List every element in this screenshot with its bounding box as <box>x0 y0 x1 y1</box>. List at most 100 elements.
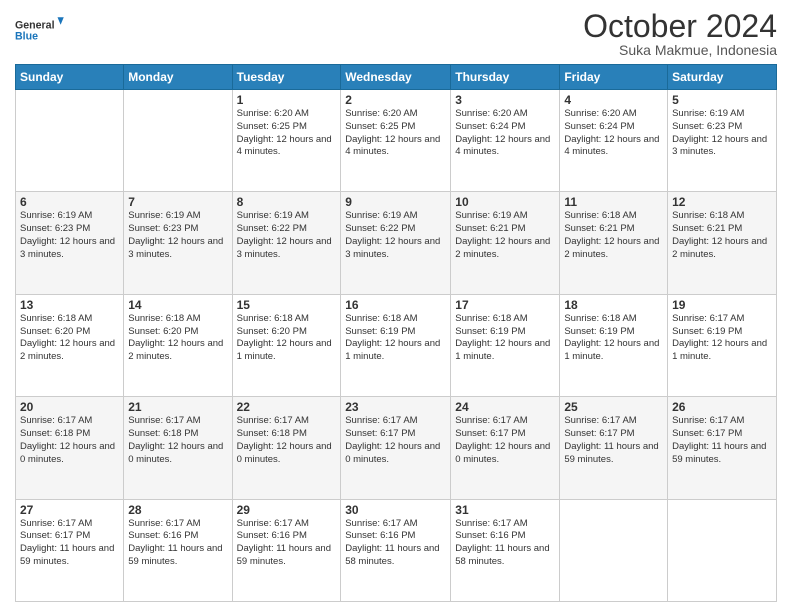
day-number: 9 <box>345 195 446 209</box>
cell-w4-d0: 20Sunrise: 6:17 AM Sunset: 6:18 PM Dayli… <box>16 397 124 499</box>
logo-svg: General Blue <box>15 10 65 50</box>
day-number: 3 <box>455 93 555 107</box>
cell-w5-d0: 27Sunrise: 6:17 AM Sunset: 6:17 PM Dayli… <box>16 499 124 601</box>
cell-w4-d2: 22Sunrise: 6:17 AM Sunset: 6:18 PM Dayli… <box>232 397 341 499</box>
day-number: 31 <box>455 503 555 517</box>
cell-w5-d4: 31Sunrise: 6:17 AM Sunset: 6:16 PM Dayli… <box>451 499 560 601</box>
day-number: 5 <box>672 93 772 107</box>
day-number: 29 <box>237 503 337 517</box>
day-info: Sunrise: 6:18 AM Sunset: 6:19 PM Dayligh… <box>345 313 446 364</box>
day-number: 18 <box>564 298 663 312</box>
cell-w1-d4: 3Sunrise: 6:20 AM Sunset: 6:24 PM Daylig… <box>451 90 560 192</box>
day-number: 1 <box>237 93 337 107</box>
day-number: 7 <box>128 195 227 209</box>
day-info: Sunrise: 6:19 AM Sunset: 6:23 PM Dayligh… <box>20 210 119 261</box>
cell-w4-d4: 24Sunrise: 6:17 AM Sunset: 6:17 PM Dayli… <box>451 397 560 499</box>
cell-w5-d1: 28Sunrise: 6:17 AM Sunset: 6:16 PM Dayli… <box>124 499 232 601</box>
day-number: 17 <box>455 298 555 312</box>
day-number: 24 <box>455 400 555 414</box>
day-info: Sunrise: 6:20 AM Sunset: 6:24 PM Dayligh… <box>455 108 555 159</box>
cell-w2-d2: 8Sunrise: 6:19 AM Sunset: 6:22 PM Daylig… <box>232 192 341 294</box>
day-info: Sunrise: 6:20 AM Sunset: 6:25 PM Dayligh… <box>237 108 337 159</box>
day-info: Sunrise: 6:17 AM Sunset: 6:16 PM Dayligh… <box>455 518 555 569</box>
day-info: Sunrise: 6:19 AM Sunset: 6:22 PM Dayligh… <box>237 210 337 261</box>
cell-w4-d5: 25Sunrise: 6:17 AM Sunset: 6:17 PM Dayli… <box>560 397 668 499</box>
day-info: Sunrise: 6:18 AM Sunset: 6:19 PM Dayligh… <box>564 313 663 364</box>
cell-w3-d3: 16Sunrise: 6:18 AM Sunset: 6:19 PM Dayli… <box>341 294 451 396</box>
weekday-header-row: Sunday Monday Tuesday Wednesday Thursday… <box>16 65 777 90</box>
week-row-3: 13Sunrise: 6:18 AM Sunset: 6:20 PM Dayli… <box>16 294 777 396</box>
cell-w4-d6: 26Sunrise: 6:17 AM Sunset: 6:17 PM Dayli… <box>668 397 777 499</box>
day-info: Sunrise: 6:20 AM Sunset: 6:24 PM Dayligh… <box>564 108 663 159</box>
day-number: 22 <box>237 400 337 414</box>
cell-w3-d1: 14Sunrise: 6:18 AM Sunset: 6:20 PM Dayli… <box>124 294 232 396</box>
week-row-1: 1Sunrise: 6:20 AM Sunset: 6:25 PM Daylig… <box>16 90 777 192</box>
cell-w2-d0: 6Sunrise: 6:19 AM Sunset: 6:23 PM Daylig… <box>16 192 124 294</box>
cell-w4-d1: 21Sunrise: 6:17 AM Sunset: 6:18 PM Dayli… <box>124 397 232 499</box>
cell-w1-d5: 4Sunrise: 6:20 AM Sunset: 6:24 PM Daylig… <box>560 90 668 192</box>
day-info: Sunrise: 6:19 AM Sunset: 6:23 PM Dayligh… <box>128 210 227 261</box>
day-number: 27 <box>20 503 119 517</box>
day-info: Sunrise: 6:18 AM Sunset: 6:21 PM Dayligh… <box>672 210 772 261</box>
header: General Blue October 2024 Suka Makmue, I… <box>15 10 777 58</box>
day-info: Sunrise: 6:18 AM Sunset: 6:20 PM Dayligh… <box>128 313 227 364</box>
calendar-table: Sunday Monday Tuesday Wednesday Thursday… <box>15 64 777 602</box>
day-number: 25 <box>564 400 663 414</box>
month-title: October 2024 <box>583 10 777 42</box>
logo: General Blue <box>15 10 65 50</box>
day-info: Sunrise: 6:17 AM Sunset: 6:17 PM Dayligh… <box>564 415 663 466</box>
day-number: 26 <box>672 400 772 414</box>
cell-w2-d5: 11Sunrise: 6:18 AM Sunset: 6:21 PM Dayli… <box>560 192 668 294</box>
day-info: Sunrise: 6:19 AM Sunset: 6:23 PM Dayligh… <box>672 108 772 159</box>
cell-w2-d3: 9Sunrise: 6:19 AM Sunset: 6:22 PM Daylig… <box>341 192 451 294</box>
cell-w2-d6: 12Sunrise: 6:18 AM Sunset: 6:21 PM Dayli… <box>668 192 777 294</box>
cell-w3-d5: 18Sunrise: 6:18 AM Sunset: 6:19 PM Dayli… <box>560 294 668 396</box>
svg-text:Blue: Blue <box>15 31 38 43</box>
cell-w5-d5 <box>560 499 668 601</box>
header-wednesday: Wednesday <box>341 65 451 90</box>
cell-w1-d2: 1Sunrise: 6:20 AM Sunset: 6:25 PM Daylig… <box>232 90 341 192</box>
day-info: Sunrise: 6:17 AM Sunset: 6:18 PM Dayligh… <box>128 415 227 466</box>
day-number: 23 <box>345 400 446 414</box>
location: Suka Makmue, Indonesia <box>583 42 777 58</box>
cell-w3-d2: 15Sunrise: 6:18 AM Sunset: 6:20 PM Dayli… <box>232 294 341 396</box>
cell-w5-d6 <box>668 499 777 601</box>
day-number: 30 <box>345 503 446 517</box>
day-info: Sunrise: 6:17 AM Sunset: 6:17 PM Dayligh… <box>20 518 119 569</box>
header-monday: Monday <box>124 65 232 90</box>
day-info: Sunrise: 6:17 AM Sunset: 6:16 PM Dayligh… <box>237 518 337 569</box>
day-number: 11 <box>564 195 663 209</box>
cell-w4-d3: 23Sunrise: 6:17 AM Sunset: 6:17 PM Dayli… <box>341 397 451 499</box>
header-sunday: Sunday <box>16 65 124 90</box>
day-info: Sunrise: 6:19 AM Sunset: 6:21 PM Dayligh… <box>455 210 555 261</box>
day-number: 8 <box>237 195 337 209</box>
header-friday: Friday <box>560 65 668 90</box>
day-info: Sunrise: 6:17 AM Sunset: 6:18 PM Dayligh… <box>20 415 119 466</box>
day-info: Sunrise: 6:17 AM Sunset: 6:16 PM Dayligh… <box>345 518 446 569</box>
page: General Blue October 2024 Suka Makmue, I… <box>0 0 792 612</box>
day-info: Sunrise: 6:20 AM Sunset: 6:25 PM Dayligh… <box>345 108 446 159</box>
day-number: 20 <box>20 400 119 414</box>
week-row-2: 6Sunrise: 6:19 AM Sunset: 6:23 PM Daylig… <box>16 192 777 294</box>
svg-text:General: General <box>15 19 55 31</box>
day-info: Sunrise: 6:17 AM Sunset: 6:17 PM Dayligh… <box>672 415 772 466</box>
day-info: Sunrise: 6:17 AM Sunset: 6:17 PM Dayligh… <box>345 415 446 466</box>
day-info: Sunrise: 6:18 AM Sunset: 6:20 PM Dayligh… <box>20 313 119 364</box>
day-info: Sunrise: 6:18 AM Sunset: 6:21 PM Dayligh… <box>564 210 663 261</box>
header-saturday: Saturday <box>668 65 777 90</box>
day-number: 14 <box>128 298 227 312</box>
week-row-5: 27Sunrise: 6:17 AM Sunset: 6:17 PM Dayli… <box>16 499 777 601</box>
day-info: Sunrise: 6:19 AM Sunset: 6:22 PM Dayligh… <box>345 210 446 261</box>
day-number: 4 <box>564 93 663 107</box>
day-number: 21 <box>128 400 227 414</box>
cell-w3-d4: 17Sunrise: 6:18 AM Sunset: 6:19 PM Dayli… <box>451 294 560 396</box>
cell-w2-d4: 10Sunrise: 6:19 AM Sunset: 6:21 PM Dayli… <box>451 192 560 294</box>
cell-w1-d0 <box>16 90 124 192</box>
day-number: 12 <box>672 195 772 209</box>
cell-w2-d1: 7Sunrise: 6:19 AM Sunset: 6:23 PM Daylig… <box>124 192 232 294</box>
day-number: 28 <box>128 503 227 517</box>
day-number: 13 <box>20 298 119 312</box>
cell-w1-d1 <box>124 90 232 192</box>
day-number: 15 <box>237 298 337 312</box>
cell-w3-d0: 13Sunrise: 6:18 AM Sunset: 6:20 PM Dayli… <box>16 294 124 396</box>
